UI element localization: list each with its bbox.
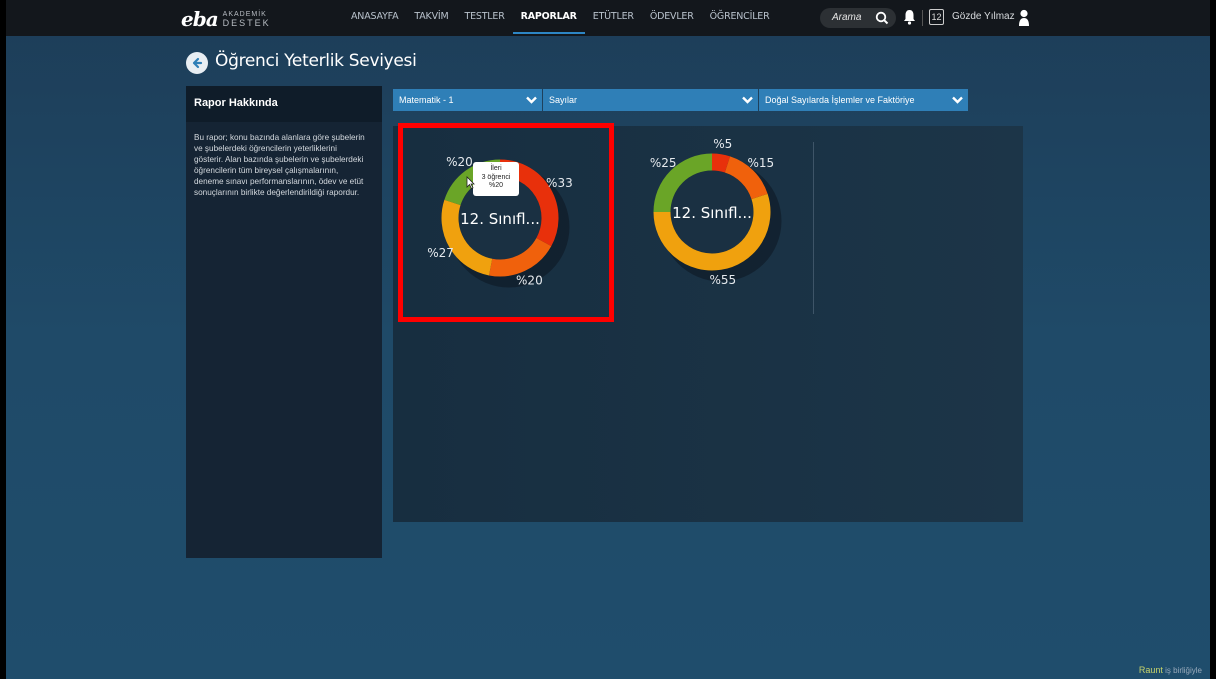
chevron-down-icon[interactable] (736, 89, 758, 111)
chevron-down-icon[interactable] (520, 89, 542, 111)
subject-dropdown[interactable]: Matematik - 1 (393, 89, 542, 111)
arrow-left-icon (192, 57, 203, 69)
nav-item-anasayfa[interactable]: ANASAYFA (343, 0, 406, 36)
nav-links: ANASAYFA TAKVİM TESTLER RAPORLAR ETÜTLER… (343, 0, 778, 36)
logo-subtitle: AKADEMİK DESTEK (222, 11, 271, 28)
logo-subtitle-line2: DESTEK (222, 18, 271, 28)
nav-divider (922, 10, 923, 26)
tooltip-line3: %20 (488, 182, 503, 189)
about-text: Bu rapor; konu bazında alanlara göre şub… (194, 133, 365, 197)
topic-dropdown-value: Doğal Sayılarda İşlemler ve Faktöriye (765, 95, 915, 105)
eba-logo[interactable]: eba AKADEMİK DESTEK (181, 7, 271, 31)
red-highlight-box (398, 123, 614, 322)
unit-dropdown-value: Sayılar (549, 95, 578, 105)
tooltip-line2: 3 öğrenci (481, 173, 511, 181)
nav-item-raporlar[interactable]: RAPORLAR (512, 0, 585, 36)
username[interactable]: Gözde Yılmaz (952, 11, 1015, 22)
watermark-brand: Raunt (1138, 665, 1163, 675)
search-icon[interactable] (875, 11, 889, 33)
cursor-icon (466, 176, 475, 194)
calendar-icon[interactable]: 12 (929, 9, 944, 25)
about-header: Rapor Hakkında (186, 86, 382, 122)
watermark-suffix: iş birliğiyle (1165, 666, 1202, 675)
nav-item-testler[interactable]: TESTLER (456, 0, 512, 36)
top-navbar: eba AKADEMİK DESTEK ANASAYFA TAKVİM TEST… (6, 0, 1210, 36)
user-icon[interactable] (1018, 9, 1030, 31)
bell-icon[interactable] (903, 9, 916, 30)
tooltip-line1: İleri (490, 165, 502, 172)
nav-item-takvim[interactable]: TAKVİM (406, 0, 456, 36)
chart-divider (813, 142, 814, 314)
subject-dropdown-value: Matematik - 1 (399, 95, 454, 105)
screen: eba AKADEMİK DESTEK ANASAYFA TAKVİM TEST… (6, 0, 1210, 679)
back-button[interactable] (186, 52, 208, 74)
about-panel: Rapor Hakkında Bu rapor; konu bazında al… (186, 86, 382, 558)
topic-dropdown[interactable]: Doğal Sayılarda İşlemler ve Faktöriye (759, 89, 968, 111)
nav-item-ogrenciler[interactable]: ÖĞRENCİLER (702, 0, 778, 36)
search-placeholder: Arama (832, 12, 862, 23)
search-box[interactable]: Arama (820, 8, 896, 28)
chart-tooltip: İleri 3 öğrenci %20 (473, 162, 519, 196)
watermark: Raunt iş birliğiyle (1139, 665, 1202, 675)
chevron-down-icon[interactable] (946, 89, 968, 111)
nav-item-odevler[interactable]: ÖDEVLER (642, 0, 702, 36)
page-title: Öğrenci Yeterlik Seviyesi (215, 51, 417, 71)
nav-item-etutler[interactable]: ETÜTLER (585, 0, 642, 36)
logo-text: eba (181, 7, 219, 31)
unit-dropdown[interactable]: Sayılar (543, 89, 758, 111)
